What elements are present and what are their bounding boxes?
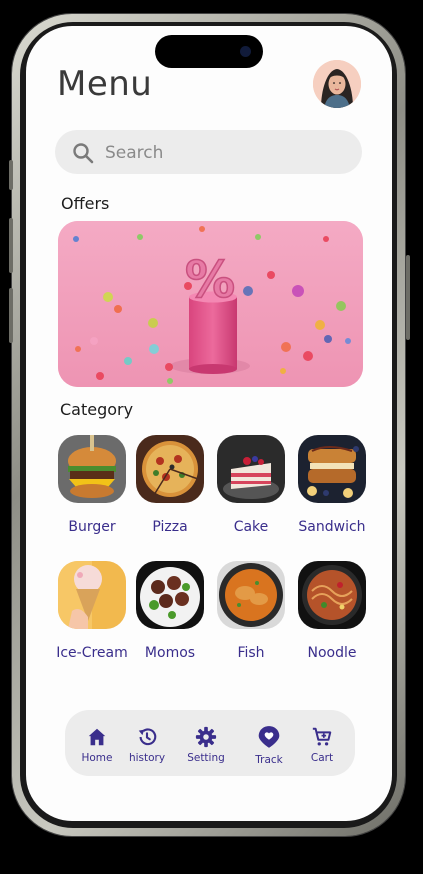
ice-cream-image — [58, 561, 126, 629]
nav-label: Setting — [187, 752, 225, 764]
category-label: Pizza — [152, 519, 188, 535]
fish-image — [217, 561, 285, 629]
category-label: Cake — [233, 519, 269, 535]
momos-image — [136, 561, 204, 629]
nav-item-history[interactable]: history — [117, 726, 177, 764]
burger-image — [58, 435, 126, 503]
home-icon — [88, 728, 106, 746]
category-label: Burger — [68, 519, 116, 535]
offers-heading: Offers — [61, 194, 110, 213]
search-icon — [73, 143, 94, 164]
nav-item-cart[interactable]: Cart — [292, 726, 352, 764]
dynamic-island — [155, 35, 263, 68]
location-pin-icon — [258, 726, 280, 748]
offer-banner[interactable]: % — [58, 221, 363, 387]
sandwich-image — [298, 435, 366, 503]
nav-item-setting[interactable]: Setting — [176, 726, 236, 764]
noodle-image — [298, 561, 366, 629]
pizza-image — [136, 435, 204, 503]
svg-text:%: % — [185, 251, 235, 309]
category-label: Fish — [237, 645, 265, 661]
volume-up-button — [9, 218, 13, 273]
discount-illustration: % — [58, 221, 363, 387]
action-button — [9, 160, 13, 190]
category-item-noodle[interactable]: Noodle — [292, 561, 372, 661]
nav-label: history — [128, 752, 166, 764]
nav-item-track[interactable]: Track — [239, 724, 299, 766]
power-button — [406, 255, 410, 340]
search-input[interactable] — [103, 130, 347, 176]
category-item-burger[interactable]: Burger — [52, 435, 132, 535]
gear-icon — [195, 726, 217, 748]
category-item-pizza[interactable]: Pizza — [130, 435, 210, 535]
avatar[interactable] — [313, 60, 361, 108]
category-item-momos[interactable]: Momos — [130, 561, 210, 661]
category-heading: Category — [60, 400, 134, 419]
category-label: Noodle — [307, 645, 357, 661]
history-icon — [138, 728, 157, 746]
volume-down-button — [9, 288, 13, 343]
nav-label: Track — [255, 754, 283, 766]
cart-icon — [312, 727, 332, 746]
cake-image — [217, 435, 285, 503]
category-item-sandwich[interactable]: Sandwich — [292, 435, 372, 535]
search-bar[interactable] — [55, 130, 362, 176]
category-label: Ice-Cream — [56, 645, 128, 661]
page-title: Menu — [57, 64, 153, 104]
category-item-cake[interactable]: Cake — [211, 435, 291, 535]
category-item-fish[interactable]: Fish — [211, 561, 291, 661]
category-label: Momos — [144, 645, 196, 661]
bottom-nav: Home history Setting Track Cart — [65, 710, 355, 776]
nav-label: Cart — [310, 752, 334, 764]
category-label: Sandwich — [298, 519, 366, 535]
category-item-ice-cream[interactable]: Ice-Cream — [52, 561, 132, 661]
